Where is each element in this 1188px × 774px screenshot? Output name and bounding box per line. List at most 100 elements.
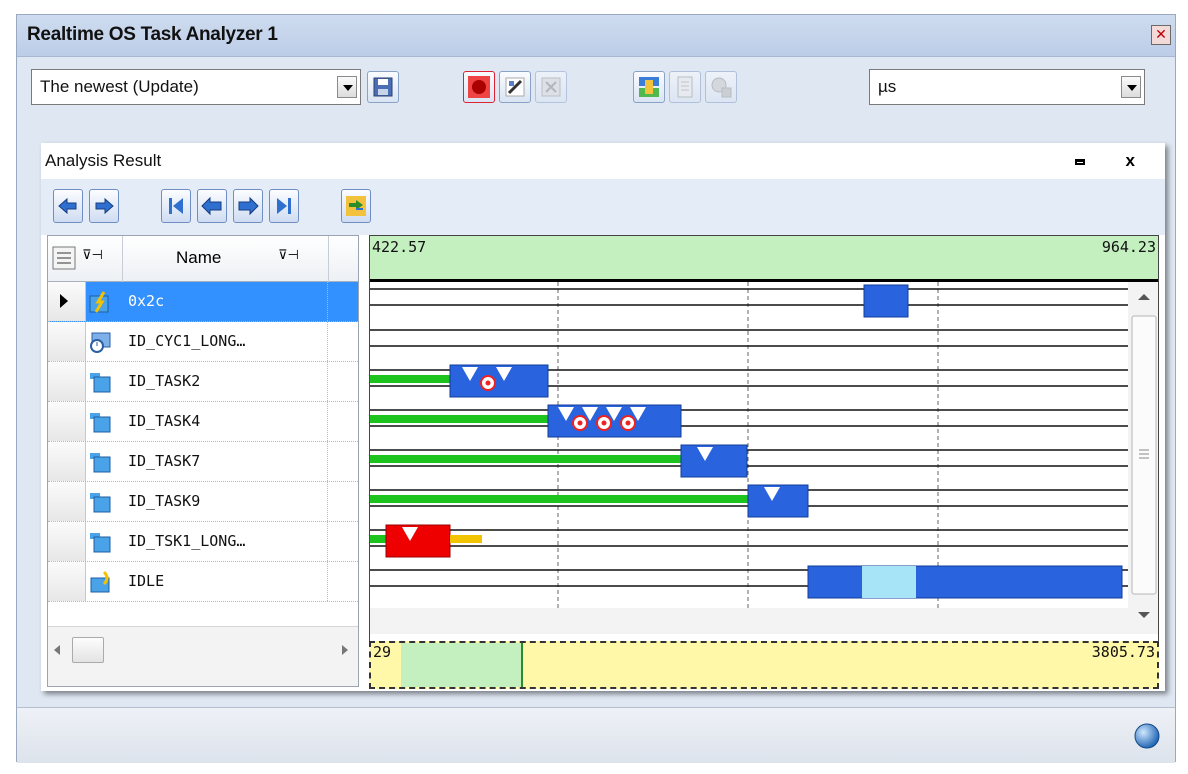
table-row[interactable]: ID_TASK2 [48,362,358,402]
idle-icon [90,570,110,593]
table-row[interactable]: ID_TASK4 [48,402,358,442]
row-selector[interactable] [48,282,86,321]
task-name: ID_TASK2 [122,362,328,401]
grid-header: ⊽⊣ Name ⊽⊣ [48,236,358,282]
run-segment [807,565,1123,599]
cyclic-handler-icon [90,332,111,353]
title-bar: Realtime OS Task Analyzer 1 ✕ [17,15,1175,57]
column-divider [122,236,123,282]
chevron-down-icon[interactable] [337,76,357,98]
task-icon [90,413,111,433]
error-segment [385,524,451,558]
row-selector[interactable] [48,482,86,521]
save-icon [373,77,393,97]
navigation-bar [41,179,1165,235]
next-event-button[interactable] [233,189,263,223]
scroll-thumb[interactable] [72,637,104,663]
clear-button[interactable] [499,71,531,103]
task-icon [90,373,111,393]
panel-title: Analysis Result [45,151,162,170]
ready-segment [370,375,450,383]
current-row-indicator-icon [60,294,68,308]
toolbar: The newest (Update) µs [17,57,1175,127]
scroll-thumb [1131,315,1157,595]
chevron-down-icon[interactable] [1121,76,1141,98]
overview-bar[interactable]: 29 3805.73 [369,641,1159,689]
connection-status-icon [1134,723,1160,749]
eraser-icon [505,77,525,97]
mode-select[interactable]: The newest (Update) [31,69,361,105]
ready-segment [370,535,386,543]
column-chooser-icon[interactable] [52,246,78,272]
idle-highlight-segment [862,566,916,598]
panel-header: Analysis Result x [41,143,1165,179]
overview-viewport[interactable] [401,643,523,687]
task-icon [90,493,111,513]
name-filter-icon[interactable]: ⊽⊣ [278,248,299,263]
overview-start: 29 [373,643,392,661]
statistics-button[interactable] [705,71,737,103]
filter-pin-icon[interactable]: ⊽⊣ [82,248,103,263]
task-name: ID_CYC1_LONG… [122,322,328,361]
scroll-left-icon[interactable] [54,645,60,655]
close-icon[interactable]: ✕ [1151,25,1171,45]
analyzer-window: Realtime OS Task Analyzer 1 ✕ The newest… [16,14,1176,763]
previous-icon [201,196,222,216]
row-selector[interactable] [48,522,86,561]
table-row[interactable]: 0x2c [48,282,358,322]
scroll-right-icon[interactable] [342,645,348,655]
layout-button[interactable] [633,71,665,103]
forward-history-button[interactable] [89,189,119,223]
stop-icon [541,77,561,97]
name-column-header[interactable]: Name [176,248,221,268]
chart-footer [370,608,1128,634]
table-row[interactable]: ID_TASK9 [48,482,358,522]
table-row[interactable]: ID_CYC1_LONG… [48,322,358,362]
unit-select-value: µs [878,77,897,96]
panel-close-icon[interactable]: x [1126,151,1135,171]
row-selector[interactable] [48,322,86,361]
task-list-grid: ⊽⊣ Name ⊽⊣ 0x2c ID_CYC1_LONG… ID_TASK2 I… [47,235,359,687]
task-name: ID_TSK1_LONG… [122,522,328,561]
document-icon [677,76,693,98]
time-range-start: 422.57 [372,238,427,256]
first-icon [169,198,183,214]
horizontal-scrollbar[interactable] [48,626,358,686]
table-row[interactable]: ID_TSK1_LONG… [48,522,358,562]
ready-segment [370,495,748,503]
time-range-end: 964.23 [1101,238,1156,256]
row-selector[interactable] [48,442,86,481]
unit-select[interactable]: µs [869,69,1145,105]
sync-icon [346,196,366,216]
record-button[interactable] [463,71,495,103]
last-event-button[interactable] [269,189,299,223]
report-button[interactable] [669,71,701,103]
stop-button[interactable] [535,71,567,103]
task-name: ID_TASK9 [122,482,328,521]
save-button[interactable] [367,71,399,103]
previous-event-button[interactable] [197,189,227,223]
last-icon [277,198,291,214]
row-selector[interactable] [48,562,86,601]
task-name: 0x2c [122,282,328,321]
back-icon [58,197,77,215]
table-row[interactable]: IDLE [48,562,358,602]
task-timeline[interactable] [370,282,1159,642]
ready-segment [370,415,548,423]
row-selector[interactable] [48,402,86,441]
mode-select-value: The newest (Update) [40,77,199,96]
wait-segment [450,535,482,543]
table-row[interactable]: ID_TASK7 [48,442,358,482]
record-icon [468,76,490,98]
minimize-icon[interactable] [1075,159,1085,165]
back-history-button[interactable] [53,189,83,223]
column-divider [328,236,329,282]
task-icon [90,453,111,473]
handler-icon [89,291,109,313]
sync-button[interactable] [341,189,371,223]
first-event-button[interactable] [161,189,191,223]
task-name: ID_TASK7 [122,442,328,481]
timeline-chart[interactable]: 422.57 964.23 [369,235,1159,688]
row-selector[interactable] [48,362,86,401]
analysis-result-panel: Analysis Result x ⊽⊣ Name ⊽⊣ 0x2c ID_CYC… [41,143,1165,691]
